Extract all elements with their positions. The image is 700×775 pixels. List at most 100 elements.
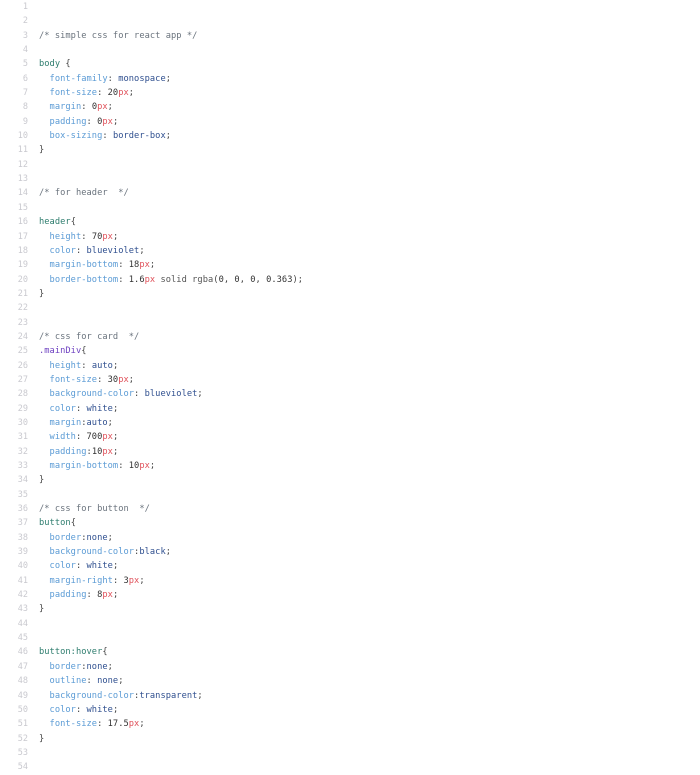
code-line[interactable]: 40 color: white; <box>0 559 700 573</box>
code-line-source[interactable]: font-size: 20px; <box>28 86 134 100</box>
code-line[interactable]: 9 padding: 0px; <box>0 115 700 129</box>
code-line-source[interactable] <box>28 201 44 215</box>
code-line[interactable]: 42 padding: 8px; <box>0 588 700 602</box>
code-line[interactable]: 2 <box>0 14 700 28</box>
code-line[interactable]: 51 font-size: 17.5px; <box>0 717 700 731</box>
code-line[interactable]: 26 height: auto; <box>0 359 700 373</box>
code-line[interactable]: 33 margin-bottom: 10px; <box>0 459 700 473</box>
code-line[interactable]: 3 /* simple css for react app */ <box>0 29 700 43</box>
code-line[interactable]: 5 body { <box>0 57 700 71</box>
code-editor[interactable]: 1 2 3/* simple css for react app */4 5 bo… <box>0 0 700 772</box>
code-line[interactable]: 11} <box>0 143 700 157</box>
code-line-source[interactable] <box>28 316 44 330</box>
code-line-source[interactable]: border:none; <box>28 531 113 545</box>
code-lines-container[interactable]: 1 2 3/* simple css for react app */4 5 bo… <box>0 0 700 775</box>
code-line-source[interactable]: margin-bottom: 18px; <box>28 258 156 272</box>
code-line[interactable]: 50 color: white; <box>0 703 700 717</box>
code-line[interactable]: 49 background-color:transparent; <box>0 689 700 703</box>
code-line[interactable]: 8 margin: 0px; <box>0 100 700 114</box>
code-line-source[interactable]: padding: 8px; <box>28 588 119 602</box>
code-line-source[interactable]: padding:10px; <box>28 445 119 459</box>
code-line[interactable]: 14 /* for header */ <box>0 186 700 200</box>
code-line-source[interactable]: border:none; <box>28 660 113 674</box>
code-line[interactable]: 13 <box>0 172 700 186</box>
code-line-source[interactable]: /* css for card */ <box>28 330 139 344</box>
code-line-source[interactable]: font-family: monospace; <box>28 72 171 86</box>
code-line[interactable]: 53 <box>0 746 700 760</box>
code-line-source[interactable]: color: white; <box>28 402 119 416</box>
code-line[interactable]: 29 color: white; <box>0 402 700 416</box>
code-line-source[interactable] <box>28 631 44 645</box>
code-line-source[interactable] <box>28 0 44 14</box>
code-line[interactable]: 20 border-bottom: 1.6px solid rgba(0, 0,… <box>0 273 700 287</box>
code-line[interactable]: 22 <box>0 301 700 315</box>
code-line-source[interactable]: color: white; <box>28 559 119 573</box>
code-line[interactable]: 34} <box>0 473 700 487</box>
code-line-source[interactable]: outline: none; <box>28 674 124 688</box>
code-line[interactable]: 18 color: blueviolet; <box>0 244 700 258</box>
code-line-source[interactable]: margin-right: 3px; <box>28 574 145 588</box>
code-line[interactable]: 46 button:hover{ <box>0 645 700 659</box>
code-line[interactable]: 39 background-color:black; <box>0 545 700 559</box>
code-line[interactable]: 15 <box>0 201 700 215</box>
code-line-source[interactable]: /* simple css for react app */ <box>28 29 197 43</box>
code-line-source[interactable] <box>28 617 44 631</box>
code-line-source[interactable] <box>28 172 44 186</box>
code-line[interactable]: 43} <box>0 602 700 616</box>
code-line[interactable]: 48 outline: none; <box>0 674 700 688</box>
code-line[interactable]: 21} <box>0 287 700 301</box>
code-line-source[interactable]: padding: 0px; <box>28 115 119 129</box>
code-line-source[interactable]: } <box>28 287 44 301</box>
code-line-source[interactable] <box>28 43 44 57</box>
code-line[interactable]: 10 box-sizing: border-box; <box>0 129 700 143</box>
code-line[interactable]: 4 <box>0 43 700 57</box>
code-line[interactable]: 24 /* css for card */ <box>0 330 700 344</box>
code-line[interactable]: 41 margin-right: 3px; <box>0 574 700 588</box>
code-line-source[interactable]: width: 700px; <box>28 430 119 444</box>
code-line-source[interactable]: font-size: 17.5px; <box>28 717 145 731</box>
code-line[interactable]: 19 margin-bottom: 18px; <box>0 258 700 272</box>
code-line[interactable]: 23 <box>0 316 700 330</box>
code-line-source[interactable]: background-color:transparent; <box>28 689 203 703</box>
code-line[interactable]: 28 background-color: blueviolet; <box>0 387 700 401</box>
code-line-source[interactable]: } <box>28 143 44 157</box>
code-line-source[interactable]: height: 70px; <box>28 230 119 244</box>
code-line[interactable]: 45 <box>0 631 700 645</box>
code-line[interactable]: 6 font-family: monospace; <box>0 72 700 86</box>
code-line-source[interactable]: /* for header */ <box>28 186 129 200</box>
code-line[interactable]: 30 margin:auto; <box>0 416 700 430</box>
code-line-source[interactable]: } <box>28 473 44 487</box>
code-line-source[interactable]: /* css for button */ <box>28 502 150 516</box>
code-line-source[interactable]: margin:auto; <box>28 416 113 430</box>
code-line-source[interactable]: .mainDiv{ <box>28 344 87 358</box>
code-line-source[interactable]: margin: 0px; <box>28 100 113 114</box>
code-line[interactable]: 7 font-size: 20px; <box>0 86 700 100</box>
code-line[interactable]: 54 <box>0 760 700 774</box>
code-line[interactable]: 38 border:none; <box>0 531 700 545</box>
code-line-source[interactable]: body { <box>28 57 71 71</box>
code-line[interactable]: 32 padding:10px; <box>0 445 700 459</box>
code-line-source[interactable]: } <box>28 602 44 616</box>
code-line[interactable]: 17 height: 70px; <box>0 230 700 244</box>
code-line[interactable]: 31 width: 700px; <box>0 430 700 444</box>
code-line[interactable]: 1 <box>0 0 700 14</box>
code-line-source[interactable]: box-sizing: border-box; <box>28 129 171 143</box>
code-line[interactable]: 35 <box>0 488 700 502</box>
code-line-source[interactable] <box>28 760 44 774</box>
code-line[interactable]: 37 button{ <box>0 516 700 530</box>
code-line[interactable]: 52} <box>0 732 700 746</box>
code-line-source[interactable] <box>28 488 44 502</box>
code-line-source[interactable]: background-color: blueviolet; <box>28 387 203 401</box>
code-line-source[interactable]: header{ <box>28 215 76 229</box>
code-line[interactable]: 25 .mainDiv{ <box>0 344 700 358</box>
code-line[interactable]: 16 header{ <box>0 215 700 229</box>
code-line[interactable]: 12 <box>0 158 700 172</box>
code-line[interactable]: 36 /* css for button */ <box>0 502 700 516</box>
code-line-source[interactable]: button{ <box>28 516 76 530</box>
code-line[interactable]: 27 font-size: 30px; <box>0 373 700 387</box>
code-line-source[interactable]: height: auto; <box>28 359 119 373</box>
code-line-source[interactable] <box>28 158 44 172</box>
code-line-source[interactable]: button:hover{ <box>28 645 108 659</box>
code-line-source[interactable] <box>28 746 44 760</box>
code-line-source[interactable] <box>28 301 44 315</box>
